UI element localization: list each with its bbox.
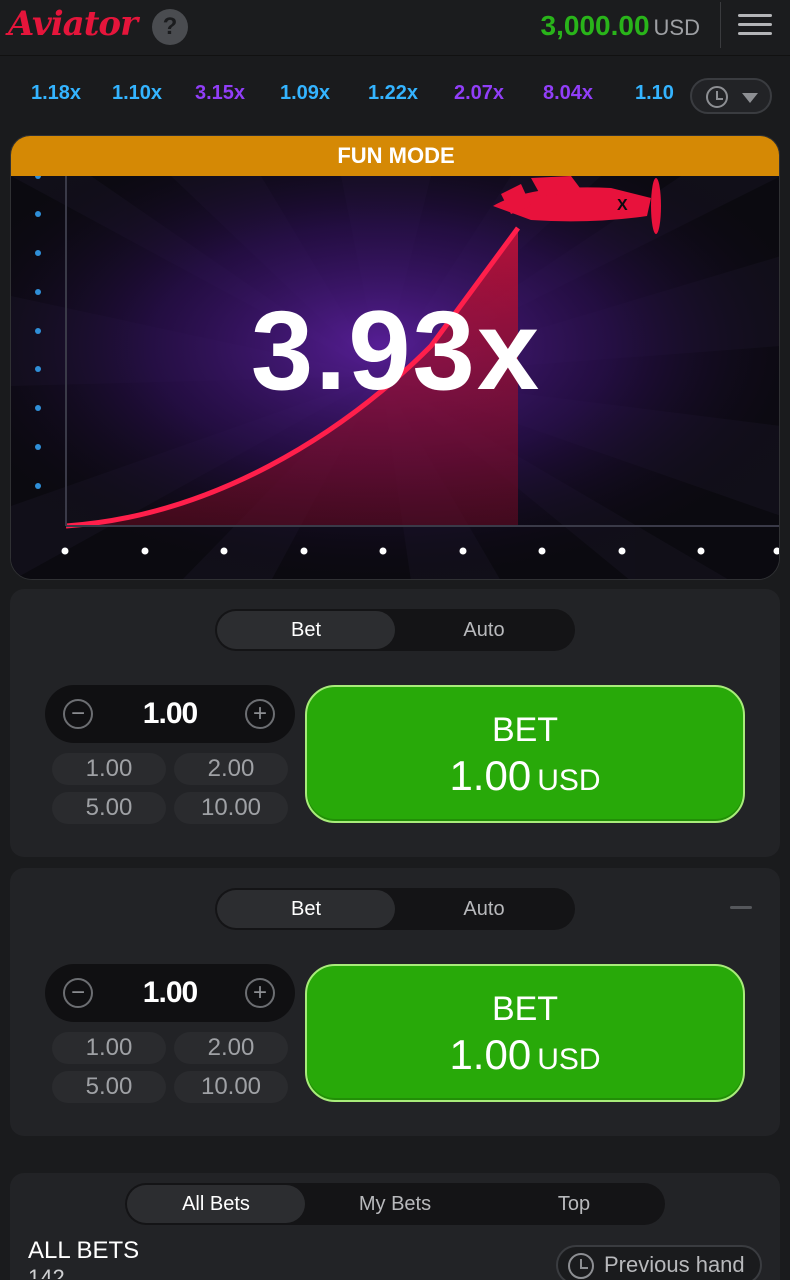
bet-button-label: BET: [491, 990, 559, 1028]
bet-button-amount: 1.00: [449, 1031, 532, 1078]
history-item[interactable]: 1.09x: [280, 82, 330, 105]
chevron-down-icon: [742, 93, 758, 103]
remove-panel-button[interactable]: [730, 906, 752, 909]
quick-amount-button[interactable]: 1.00: [52, 1032, 166, 1064]
current-multiplier: 3.93x: [250, 288, 542, 413]
history-item[interactable]: 1.10: [635, 82, 675, 105]
increase-button[interactable]: +: [245, 699, 275, 729]
help-button[interactable]: ?: [152, 9, 188, 45]
bet-mode-tabs: Bet Auto: [215, 888, 575, 930]
history-item[interactable]: 1.22x: [368, 82, 418, 105]
bet-amount-value[interactable]: 1.00: [115, 976, 225, 1010]
tab-top[interactable]: Top: [485, 1185, 663, 1223]
aviator-logo: Aviator: [8, 4, 138, 44]
tab-auto[interactable]: Auto: [395, 890, 573, 928]
previous-hand-label: Previous hand: [604, 1252, 745, 1277]
plus-icon: +: [252, 979, 267, 1006]
hamburger-line: [738, 23, 772, 26]
bet-button-amount: 1.00: [449, 752, 532, 799]
bet-button-amount-line: 1.00 USD: [307, 1031, 743, 1079]
quick-amount-button[interactable]: 10.00: [174, 1071, 288, 1103]
tab-auto[interactable]: Auto: [395, 611, 573, 649]
history-item[interactable]: 1.10x: [112, 82, 162, 105]
header-divider: [720, 2, 721, 48]
all-bets-heading: ALL BETS: [28, 1237, 140, 1264]
history-item[interactable]: 1.18x: [31, 82, 81, 105]
quick-amount-button[interactable]: 2.00: [174, 1032, 288, 1064]
game-canvas: FUN MODE X 3.93x: [10, 135, 780, 580]
minus-icon: −: [70, 700, 85, 727]
bet-panel-2: Bet Auto − 1.00 + 1.00 2.00 5.00 10.00 B…: [10, 868, 780, 1136]
history-icon: [568, 1253, 594, 1279]
quick-amount-button[interactable]: 5.00: [52, 1071, 166, 1103]
history-toggle-button[interactable]: [690, 78, 772, 114]
plus-icon: +: [252, 700, 267, 727]
bet-button-currency: USD: [537, 764, 601, 797]
bet-button-label: BET: [491, 711, 559, 749]
bet-button[interactable]: BET 1.00 USD: [305, 685, 745, 823]
tab-my-bets[interactable]: My Bets: [306, 1185, 484, 1223]
bet-mode-tabs: Bet Auto: [215, 609, 575, 651]
menu-button[interactable]: [738, 14, 772, 36]
balance-amount: 3,000.00: [540, 10, 650, 41]
bet-amount-stepper: − 1.00 +: [45, 964, 295, 1022]
quick-amount-button[interactable]: 5.00: [52, 792, 166, 824]
decrease-button[interactable]: −: [63, 699, 93, 729]
quick-amount-button[interactable]: 1.00: [52, 753, 166, 785]
hamburger-line: [738, 32, 772, 35]
minus-icon: −: [70, 979, 85, 1006]
bet-panel-1: Bet Auto − 1.00 + 1.00 2.00 5.00 10.00 B…: [10, 589, 780, 857]
previous-hand-button[interactable]: Previous hand: [556, 1245, 762, 1280]
bet-button-amount-line: 1.00 USD: [307, 752, 743, 800]
tab-bet[interactable]: Bet: [217, 890, 395, 928]
fun-mode-banner: FUN MODE: [11, 136, 779, 176]
question-icon: ?: [162, 13, 178, 40]
bets-tabs: All Bets My Bets Top: [125, 1183, 665, 1225]
bet-amount-stepper: − 1.00 +: [45, 685, 295, 743]
balance-display: 3,000.00 USD: [541, 10, 700, 42]
bets-section: All Bets My Bets Top ALL BETS 142 Previo…: [10, 1173, 780, 1280]
history-item[interactable]: 3.15x: [195, 82, 245, 105]
increase-button[interactable]: +: [245, 978, 275, 1008]
bet-amount-value[interactable]: 1.00: [115, 697, 225, 731]
svg-text:X: X: [617, 197, 628, 214]
bets-count: 142: [28, 1265, 65, 1279]
top-bar: Aviator ? 3,000.00 USD: [0, 0, 790, 56]
hamburger-icon: [738, 14, 772, 17]
quick-amount-button[interactable]: 10.00: [174, 792, 288, 824]
bet-button[interactable]: BET 1.00 USD: [305, 964, 745, 1102]
history-item[interactable]: 2.07x: [454, 82, 504, 105]
tab-bet[interactable]: Bet: [217, 611, 395, 649]
bet-button-currency: USD: [537, 1043, 601, 1076]
history-clock-icon: [706, 86, 728, 108]
multiplier-history: 1.18x 1.10x 3.15x 1.09x 1.22x 2.07x 8.04…: [0, 76, 790, 116]
quick-amount-button[interactable]: 2.00: [174, 753, 288, 785]
decrease-button[interactable]: −: [63, 978, 93, 1008]
history-item[interactable]: 8.04x: [543, 82, 593, 105]
tab-all-bets[interactable]: All Bets: [127, 1185, 305, 1223]
balance-currency: USD: [653, 15, 700, 40]
